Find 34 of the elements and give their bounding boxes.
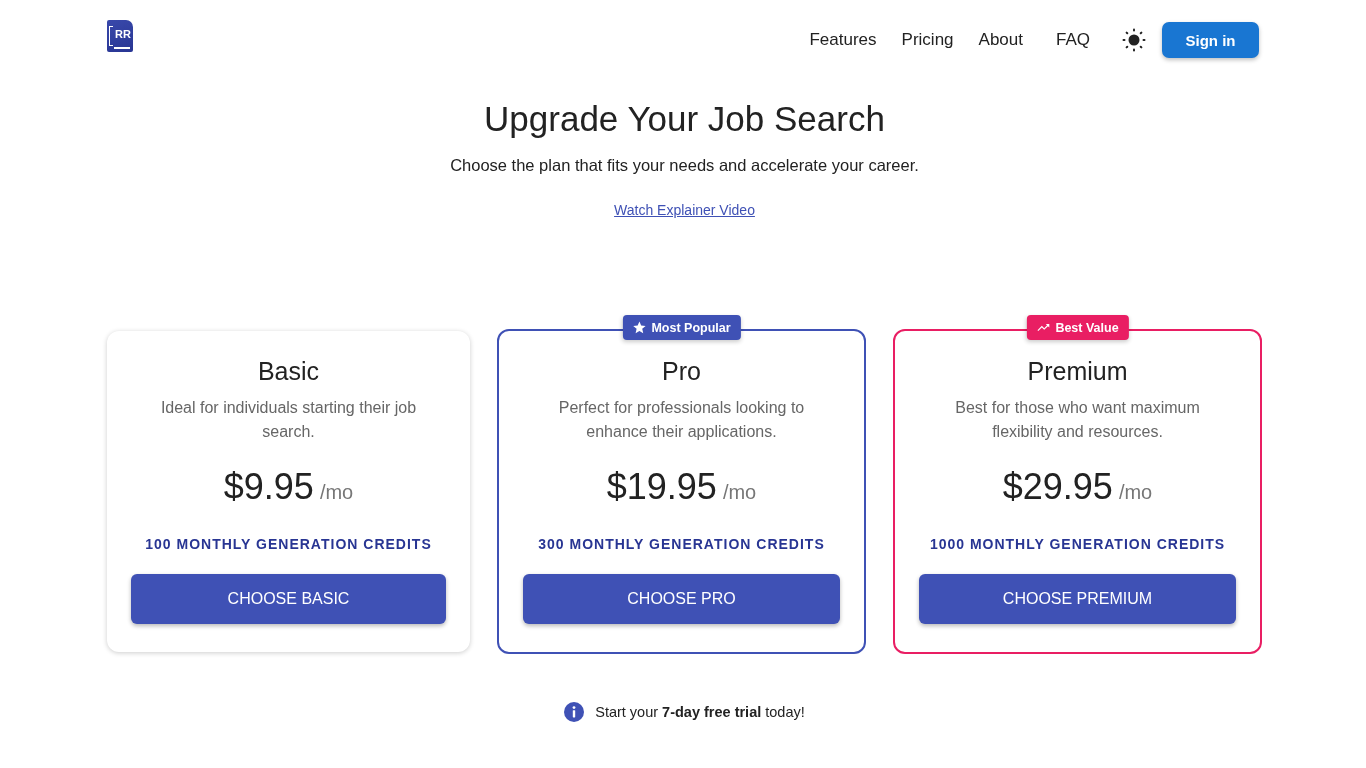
- plan-credits: 100 MONTHLY GENERATION CREDITS: [145, 535, 432, 554]
- nav-link[interactable]: Features: [809, 30, 877, 50]
- plan-name: Pro: [662, 356, 701, 387]
- nav-link[interactable]: FAQ: [1056, 30, 1090, 50]
- price-period: /mo: [1118, 481, 1153, 504]
- sun-icon[interactable]: [1122, 28, 1146, 52]
- plan-name: Premium: [1027, 356, 1128, 387]
- plan-name: Basic: [257, 356, 320, 387]
- page-subtitle: Choose the plan that fits your needs and accelerate your career.: [450, 155, 919, 176]
- plan-price: $19.95: [606, 465, 717, 509]
- sign-in-button[interactable]: Sign in: [1162, 22, 1259, 58]
- page-title: Upgrade Your Job Search: [484, 99, 885, 139]
- plan-price: $9.95: [223, 465, 314, 509]
- trending-up-icon: [1036, 321, 1050, 334]
- plan-description: Best for those who want maximum flexibility and resources.: [954, 398, 1201, 442]
- plan-description: Perfect for professionals looking to enhance their applications.: [557, 398, 806, 442]
- video-link[interactable]: Watch Explainer Video: [614, 200, 755, 220]
- plan-description: Ideal for individuals starting their job search.: [159, 398, 418, 442]
- nav-link[interactable]: About: [978, 30, 1023, 50]
- choose-plan-button[interactable]: CHOOSE PREMIUM: [919, 574, 1236, 624]
- plan-credits: 300 MONTHLY GENERATION CREDITS: [538, 535, 825, 554]
- nav-link[interactable]: Pricing: [901, 30, 954, 50]
- plan-credits: 1000 MONTHLY GENERATION CREDITS: [929, 535, 1226, 554]
- trial-note: Start your 7-day free trial today!: [595, 703, 805, 722]
- badge-label: Best Value: [1055, 320, 1119, 335]
- star-icon: [632, 321, 646, 334]
- badge-label: Most Popular: [651, 320, 731, 335]
- logo: RR: [107, 20, 133, 52]
- plan-price: $29.95: [1002, 465, 1113, 509]
- choose-plan-button[interactable]: CHOOSE PRO: [523, 574, 840, 624]
- price-period: /mo: [722, 481, 757, 504]
- choose-plan-button[interactable]: CHOOSE BASIC: [131, 574, 446, 624]
- info-icon: [564, 702, 585, 722]
- price-period: /mo: [319, 481, 354, 504]
